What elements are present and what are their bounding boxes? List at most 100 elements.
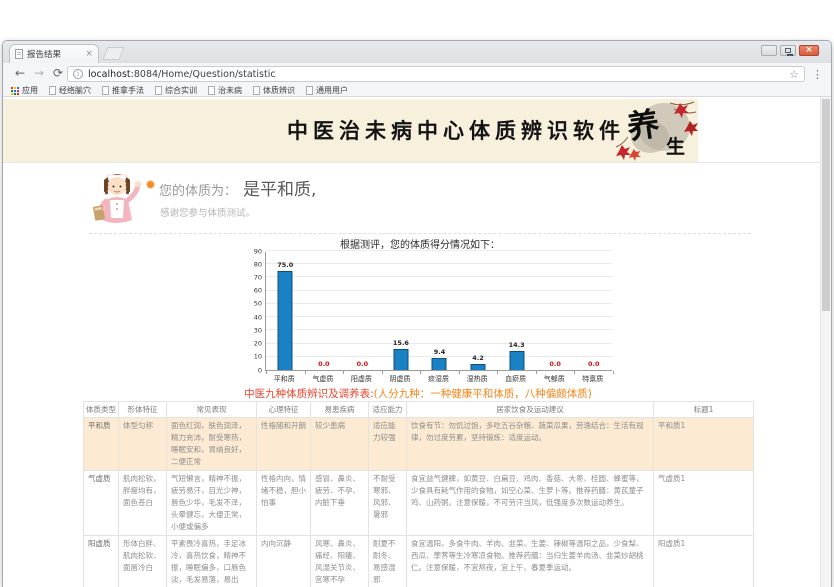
browser-menu-icon[interactable]: ⋮ [812, 68, 823, 81]
bar-value-label: 0.0 [536, 361, 575, 368]
url-text[interactable]: localhost:8084/Home/Question/statistic [88, 69, 784, 80]
y-axis-tick-label: 0 [240, 367, 262, 374]
close-window-button[interactable]: × [799, 45, 819, 56]
table-column-header: 体质类型 [84, 402, 119, 418]
result-bullet-icon [147, 181, 154, 188]
url-host: localhost [88, 69, 131, 80]
bar-group-血瘀质: 14.3 [497, 252, 536, 370]
x-axis-category-label: 气郁质 [535, 374, 574, 384]
table-cell: 气虚质 [84, 471, 119, 536]
bookmark-item[interactable]: 推拿手法 [102, 85, 144, 96]
table-cell: 性格随和开朗 [257, 418, 311, 471]
bookmark-page-icon [306, 86, 313, 95]
table-column-header: 常见表现 [167, 402, 257, 418]
result-line: 您的体质为： 是平和质, [159, 175, 316, 200]
bookmark-item[interactable]: 治未病 [208, 85, 242, 96]
forward-icon[interactable]: → [34, 66, 44, 80]
table-row-平和质: 平和质体型匀称面色红润，肤色润泽，精力充沛，耐受寒热，睡眠安和，胃纳良好，二便正… [84, 418, 754, 471]
refresh-icon[interactable]: ⟳ [53, 66, 63, 80]
table-row-气虚质: 气虚质肌肉松软，胖瘦均有，面色苍白气短懒言，精神不振，疲劳易汗，目光少神，唇色少… [84, 471, 754, 536]
new-tab-button[interactable] [102, 47, 124, 60]
bar-value-label: 9.4 [420, 349, 459, 356]
apps-shortcut[interactable]: 应用 [11, 85, 38, 96]
table-column-header: 心理特征 [257, 402, 311, 418]
scrollbar-thumb[interactable] [822, 99, 830, 311]
browser-toolbar: ← → ⟳ i localhost:8084/Home/Question/sta… [3, 63, 831, 85]
bar [471, 364, 486, 370]
bookmark-item[interactable]: 经络腧穴 [49, 85, 91, 96]
maximize-icon [785, 48, 791, 53]
y-axis-tick-label: 30 [240, 327, 262, 334]
score-bar-chart: 010203040506070809075.00.00.015.69.44.21… [265, 252, 612, 371]
y-axis-tick-label: 50 [240, 301, 262, 308]
apps-label: 应用 [22, 85, 38, 96]
table-column-header: 形体特征 [119, 402, 167, 418]
table-row-阳虚质: 阳虚质形体白胖、肌肉松软、面唇冷白平素畏冷喜热，手足冰冷，喜热饮食，精神不振，睡… [84, 536, 754, 587]
bookmark-item[interactable]: 体质辨识 [253, 85, 295, 96]
x-axis-category-label: 特禀质 [574, 374, 613, 384]
y-axis-tick-label: 10 [240, 354, 262, 361]
x-axis-category-label: 湿热质 [458, 374, 497, 384]
x-axis-category-label: 阴虚质 [381, 374, 420, 384]
chart-x-axis-labels: 平和质气虚质阳虚质阴虚质痰湿质湿热质血瘀质气郁质特禀质 [265, 374, 612, 384]
bookmark-item[interactable]: 综合实训 [155, 85, 197, 96]
bookmark-page-icon [49, 86, 56, 95]
address-bar[interactable]: i localhost:8084/Home/Question/statistic… [67, 66, 805, 82]
x-axis-category-label: 气虚质 [304, 374, 343, 384]
table-cell: 平和质1 [654, 418, 754, 471]
x-axis-category-label: 阳虚质 [342, 374, 381, 384]
bookmark-star-icon[interactable]: ☆ [789, 69, 799, 80]
table-header-row: 体质类型形体特征常见表现心理特征易患疾病适应能力居家饮食及运动建议标题1 [84, 402, 754, 418]
bar-value-label: 4.2 [459, 355, 498, 362]
screenshot-root: 报告结果 × × ← → ⟳ i localhost:8084/Home/Que… [0, 0, 834, 587]
table-title-main: 中医九种体质辨识及调养表: [244, 388, 374, 400]
bar [393, 349, 408, 370]
page-info-icon[interactable]: i [73, 69, 83, 79]
tab-strip: 报告结果 × × [3, 41, 831, 63]
minimize-button[interactable] [761, 45, 777, 56]
browser-window: 报告结果 × × ← → ⟳ i localhost:8084/Home/Que… [2, 40, 832, 587]
table-column-header: 适应能力 [369, 402, 407, 418]
url-path: :8084/Home/Question/statistic [131, 69, 276, 80]
table-column-header: 标题1 [654, 402, 754, 418]
bar-group-阳虚质: 0.0 [343, 252, 382, 370]
bar-value-label: 0.0 [574, 361, 613, 368]
tab-title: 报告结果 [27, 48, 81, 60]
table-cell: 平和质 [84, 418, 119, 471]
tab-favicon-icon [15, 49, 23, 59]
bar-group-特禀质: 0.0 [574, 252, 613, 370]
bar-value-label: 0.0 [343, 361, 382, 368]
table-cell: 感冒、鼻炎、疲劳、不孕、内脏下垂 [311, 471, 369, 536]
table-cell: 饮食有节：勿饥过饱，多吃五谷杂粮、蔬菜瓜果，劳逸结合：生活有规律，勿过度劳累，坚… [407, 418, 654, 471]
result-prefix: 您的体质为： [159, 180, 237, 199]
y-axis-tick-label: 60 [240, 287, 262, 294]
bar [509, 351, 524, 370]
bookmark-label: 体质辨识 [263, 85, 295, 96]
table-cell: 不耐受寒邪、风邪、暑邪 [369, 471, 407, 536]
tab-close-icon[interactable]: × [85, 50, 93, 59]
x-axis-category-label: 血瘀质 [496, 374, 535, 384]
table-cell: 食宜益气健脾，如黄豆、白扁豆、鸡肉、香菇、大枣、桂圆、蜂蜜等，少食具有耗气作用的… [407, 471, 654, 536]
bookmark-page-icon [155, 86, 162, 95]
thanks-text: 感谢您参与体质测试。 [160, 205, 255, 219]
x-axis-category-label: 平和质 [265, 374, 304, 384]
table-column-header: 易患疾病 [311, 402, 369, 418]
bar-group-气郁质: 0.0 [536, 252, 575, 370]
bookmark-item[interactable]: 通用用户 [306, 85, 348, 96]
banner-divider [3, 162, 831, 163]
page-scrollbar[interactable] [820, 97, 831, 587]
site-title: 中医治未病中心体质辨识软件 [287, 115, 625, 145]
bookmark-label: 推拿手法 [112, 85, 144, 96]
apps-grid-icon [11, 87, 19, 95]
back-icon[interactable]: ← [15, 66, 25, 80]
table-cell: 气虚质1 [654, 471, 754, 536]
stamp-char-bottom: 生 [666, 135, 685, 158]
bar-value-label: 14.3 [497, 342, 536, 349]
table-cell: 耐夏不耐冬、易感湿邪 [369, 536, 407, 587]
y-axis-tick-label: 40 [240, 314, 262, 321]
bar-group-湿热质: 4.2 [459, 252, 498, 370]
browser-tab[interactable]: 报告结果 × [9, 44, 99, 63]
table-cell: 面色红润，肤色润泽，精力充沛，耐受寒热，睡眠安和，胃纳良好，二便正常 [167, 418, 257, 471]
table-cell: 内向沉静 [257, 536, 311, 587]
table-cell: 较少患病 [311, 418, 369, 471]
